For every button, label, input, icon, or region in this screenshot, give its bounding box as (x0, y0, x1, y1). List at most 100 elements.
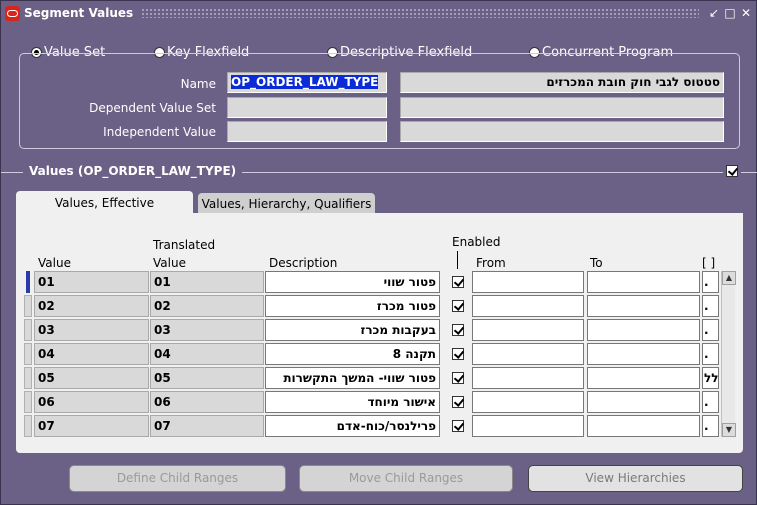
to-date-cell[interactable] (587, 343, 700, 365)
dependent-description-field[interactable] (400, 97, 724, 118)
table-scrollbar[interactable]: ▲ ▼ (721, 271, 736, 437)
title-bar-grip (141, 8, 699, 18)
scroll-down-icon[interactable]: ▼ (722, 423, 736, 437)
flexfield-cell[interactable]: . (702, 295, 719, 317)
flexfield-cell[interactable]: . (702, 271, 719, 293)
segment-values-window: Segment Values ↙ □ ✕ Value Set Key Flexf… (0, 0, 757, 505)
values-section-checkbox[interactable] (726, 165, 738, 177)
to-date-cell[interactable] (587, 319, 700, 341)
translated-value-cell[interactable]: 02 (150, 295, 264, 317)
flexfield-cell[interactable]: . (702, 319, 719, 341)
independent-value-field[interactable] (227, 121, 387, 142)
row-selector[interactable] (24, 295, 32, 317)
title-bar[interactable]: Segment Values ↙ □ ✕ (2, 2, 755, 24)
translated-value-cell[interactable]: 07 (150, 415, 264, 437)
maximize-icon[interactable]: □ (723, 6, 737, 20)
flexfield-cell[interactable]: . (702, 391, 719, 413)
enabled-checkbox[interactable] (452, 348, 464, 360)
row-selector[interactable] (24, 319, 32, 341)
from-date-cell[interactable] (472, 367, 584, 389)
to-date-cell[interactable] (587, 415, 700, 437)
values-effective-panel: Value Translated Value Description Enabl… (16, 213, 743, 453)
translated-value-cell[interactable]: 06 (150, 391, 264, 413)
value-cell[interactable]: 04 (34, 343, 149, 365)
value-cell[interactable]: 02 (34, 295, 149, 317)
value-cell[interactable]: 05 (34, 367, 149, 389)
enabled-checkbox-cell (452, 343, 466, 365)
translated-value-cell[interactable]: 04 (150, 343, 264, 365)
value-cell[interactable]: 07 (34, 415, 149, 437)
value-cell[interactable]: 06 (34, 391, 149, 413)
define-child-ranges-button[interactable]: Define Child Ranges (69, 465, 286, 492)
translated-value-cell[interactable]: 03 (150, 319, 264, 341)
oracle-app-icon (5, 5, 20, 21)
from-date-cell[interactable] (472, 391, 584, 413)
description-cell[interactable]: פרילנסר/כוח-אדם (265, 415, 440, 437)
dependent-value-set-field[interactable] (227, 97, 387, 118)
enabled-checkbox[interactable] (452, 372, 464, 384)
tab-values-effective[interactable]: Values, Effective (16, 191, 193, 215)
translated-value-cell[interactable]: 01 (150, 271, 264, 293)
enabled-checkbox[interactable] (452, 300, 464, 312)
col-header-to: To (590, 256, 603, 270)
enabled-checkbox[interactable] (452, 324, 464, 336)
col-header-enabled: Enabled (452, 235, 501, 249)
description-cell[interactable]: פטור שווי (265, 271, 440, 293)
col-header-from: From (476, 256, 506, 270)
name-label: Name (180, 77, 216, 91)
enabled-checkbox-cell (452, 271, 466, 293)
enabled-checkbox[interactable] (452, 276, 464, 288)
row-selector[interactable] (26, 271, 30, 293)
view-hierarchies-button[interactable]: View Hierarchies (528, 465, 743, 492)
scroll-up-icon[interactable]: ▲ (722, 271, 736, 285)
row-selector[interactable] (24, 415, 32, 437)
translated-value-cell[interactable]: 05 (150, 367, 264, 389)
move-child-ranges-button[interactable]: Move Child Ranges (299, 465, 513, 492)
values-section-title: Values (OP_ORDER_LAW_TYPE) (23, 164, 243, 178)
to-date-cell[interactable] (587, 391, 700, 413)
flexfield-cell[interactable]: . (702, 343, 719, 365)
independent-value-label: Independent Value (103, 125, 216, 139)
row-selector[interactable] (24, 367, 32, 389)
to-date-cell[interactable] (587, 271, 700, 293)
restore-icon[interactable]: ↙ (707, 6, 721, 20)
col-header-description: Description (269, 256, 338, 270)
enabled-checkbox-cell (452, 415, 466, 437)
value-cell[interactable]: 01 (34, 271, 149, 293)
name-field-value: OP_ORDER_LAW_TYPE (231, 75, 379, 89)
row-selector[interactable] (24, 343, 32, 365)
from-date-cell[interactable] (472, 271, 584, 293)
description-cell[interactable]: פטור מכרז (265, 295, 440, 317)
enabled-checkbox-cell (452, 367, 466, 389)
window-title: Segment Values (24, 6, 134, 20)
enabled-checkbox[interactable] (452, 396, 464, 408)
description-cell[interactable]: אישור מיוחד (265, 391, 440, 413)
description-cell[interactable]: בעקבות מכרז (265, 319, 440, 341)
name-field[interactable]: OP_ORDER_LAW_TYPE (227, 72, 387, 93)
name-description-field[interactable]: סטטוס לגבי חוק חובת המכרזים (400, 72, 724, 93)
col-header-value: Value (38, 256, 71, 270)
enabled-checkbox-cell (452, 295, 466, 317)
row-selector[interactable] (24, 391, 32, 413)
enabled-checkbox[interactable] (452, 420, 464, 432)
tab-values-hierarchy-qualifiers[interactable]: Values, Hierarchy, Qualifiers (198, 193, 375, 215)
from-date-cell[interactable] (472, 295, 584, 317)
flexfield-cell[interactable]: . (702, 415, 719, 437)
flexfield-cell[interactable]: לל: (702, 367, 719, 389)
value-cell[interactable]: 03 (34, 319, 149, 341)
to-date-cell[interactable] (587, 367, 700, 389)
enabled-checkbox-cell (452, 319, 466, 341)
from-date-cell[interactable] (472, 415, 584, 437)
enabled-header-bracket (457, 251, 458, 269)
to-date-cell[interactable] (587, 295, 700, 317)
enabled-checkbox-cell (452, 391, 466, 413)
close-icon[interactable]: ✕ (739, 6, 753, 20)
col-header-translated-value: Value (153, 256, 186, 270)
independent-description-field[interactable] (400, 121, 724, 142)
from-date-cell[interactable] (472, 319, 584, 341)
description-cell[interactable]: תקנה 8 (265, 343, 440, 365)
dependent-value-set-label: Dependent Value Set (89, 101, 216, 115)
col-header-flexfield: [ ] (702, 256, 716, 270)
from-date-cell[interactable] (472, 343, 584, 365)
description-cell[interactable]: פטור שווי- המשך התקשרות (265, 367, 440, 389)
